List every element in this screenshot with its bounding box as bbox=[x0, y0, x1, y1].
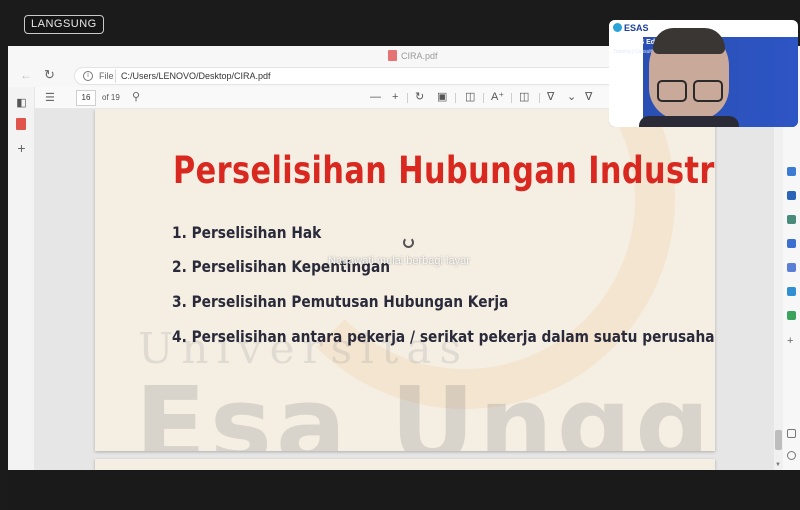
read-aloud-icon[interactable]: A⁺ bbox=[491, 90, 504, 104]
live-badge: LANGSUNG bbox=[24, 15, 104, 34]
watermark-name: Esa Unggul bbox=[135, 364, 715, 451]
url-divider bbox=[115, 69, 116, 83]
highlight-icon[interactable]: ∇ bbox=[585, 90, 592, 104]
fit-page-icon[interactable]: ▣ bbox=[437, 90, 447, 104]
slide-list-item: 1. Perselisihan Hak bbox=[172, 223, 322, 242]
page-number-input[interactable]: 16 bbox=[76, 90, 96, 106]
share-notification: Nagawati mulai berbagi layar bbox=[328, 255, 470, 267]
presenter-hair bbox=[653, 28, 725, 54]
url-field[interactable]: i File C:/Users/LENOVO/Desktop/CIRA.pdf bbox=[74, 67, 694, 85]
add-app-icon[interactable]: + bbox=[787, 336, 796, 347]
url-scheme-label: File bbox=[99, 71, 114, 81]
immersive-reader-icon[interactable]: ◫ bbox=[519, 90, 529, 104]
toolbar-divider bbox=[483, 93, 484, 103]
toolbar-divider bbox=[407, 93, 408, 103]
scroll-down-arrow-icon[interactable]: ▼ bbox=[775, 462, 781, 468]
new-tab-icon[interactable]: + bbox=[16, 141, 27, 155]
chevron-down-icon[interactable]: ⌄ bbox=[567, 90, 576, 104]
scrollbar-thumb[interactable] bbox=[775, 430, 782, 450]
presenter-video bbox=[639, 28, 739, 127]
vertical-scrollbar[interactable]: ▼ bbox=[774, 109, 783, 470]
pdf-file-icon bbox=[388, 50, 397, 61]
sidebar-app-icon[interactable] bbox=[787, 311, 796, 320]
slide-title: Perselisihan Hubungan Industrial bbox=[173, 149, 715, 192]
url-path[interactable]: C:/Users/LENOVO/Desktop/CIRA.pdf bbox=[121, 71, 271, 81]
search-icon[interactable]: ⚲ bbox=[132, 90, 140, 103]
pdf-page-next bbox=[95, 459, 715, 470]
pdf-tab-icon[interactable] bbox=[16, 118, 27, 130]
layout-icon[interactable] bbox=[787, 429, 796, 438]
info-icon[interactable]: i bbox=[83, 71, 93, 81]
tab-title: CIRA.pdf bbox=[401, 50, 438, 61]
esas-brand: ESAS bbox=[624, 23, 649, 33]
slide-list-item: 4. Perselisihan antara pekerja / serikat… bbox=[172, 327, 715, 346]
sidebar-app-icon[interactable] bbox=[787, 287, 796, 296]
sidebar-app-icon[interactable] bbox=[787, 263, 796, 272]
reload-icon[interactable]: ↻ bbox=[44, 67, 55, 83]
sidebar-app-icon[interactable] bbox=[787, 191, 796, 200]
tab-actions-icon[interactable]: ◧ bbox=[16, 97, 27, 109]
webcam-overlay: ESAS PT. ESAS Edu... Training | Consulti… bbox=[609, 20, 798, 127]
toolbar-divider bbox=[511, 93, 512, 103]
stream-bottom-bar bbox=[8, 470, 800, 510]
glasses-icon bbox=[693, 80, 723, 102]
page-view-icon[interactable]: ◫ bbox=[465, 90, 475, 104]
sidebar-app-icon[interactable] bbox=[787, 215, 796, 224]
pdf-page: Universitas Esa Unggul Perselisihan Hubu… bbox=[95, 109, 715, 451]
esas-logo-icon bbox=[613, 23, 622, 32]
sidebar-app-icon[interactable] bbox=[787, 167, 796, 176]
tab-pdf[interactable]: CIRA.pdf bbox=[388, 50, 438, 61]
loading-spinner-icon bbox=[403, 237, 414, 248]
vertical-tabs-strip: ◧ + bbox=[8, 87, 35, 470]
sidebar-apps: + bbox=[783, 87, 800, 470]
screen: LANGSUNG CIRA.pdf ← ↻ i File C:/Users/LE… bbox=[0, 0, 800, 510]
pdf-viewer[interactable]: Universitas Esa Unggul Perselisihan Hubu… bbox=[35, 109, 783, 470]
back-arrow-icon[interactable]: ← bbox=[20, 68, 32, 82]
page-total: of 19 bbox=[102, 93, 120, 102]
esas-logo: ESAS bbox=[613, 23, 649, 33]
zoom-in-icon[interactable]: + bbox=[392, 90, 398, 104]
toolbar-divider bbox=[539, 93, 540, 103]
toolbar-divider bbox=[455, 93, 456, 103]
rotate-icon[interactable]: ↻ bbox=[415, 90, 424, 104]
zoom-out-icon[interactable]: — bbox=[370, 90, 381, 104]
glasses-icon bbox=[657, 80, 687, 102]
draw-icon[interactable]: ∇ bbox=[547, 90, 554, 104]
presenter-shirt bbox=[639, 116, 739, 127]
slide-list-item: 3. Perselisihan Pemutusan Hubungan Kerja bbox=[172, 292, 509, 311]
sidebar-app-icon[interactable] bbox=[787, 239, 796, 248]
contents-list-icon[interactable]: ☰ bbox=[45, 91, 55, 104]
settings-gear-icon[interactable] bbox=[787, 451, 796, 460]
